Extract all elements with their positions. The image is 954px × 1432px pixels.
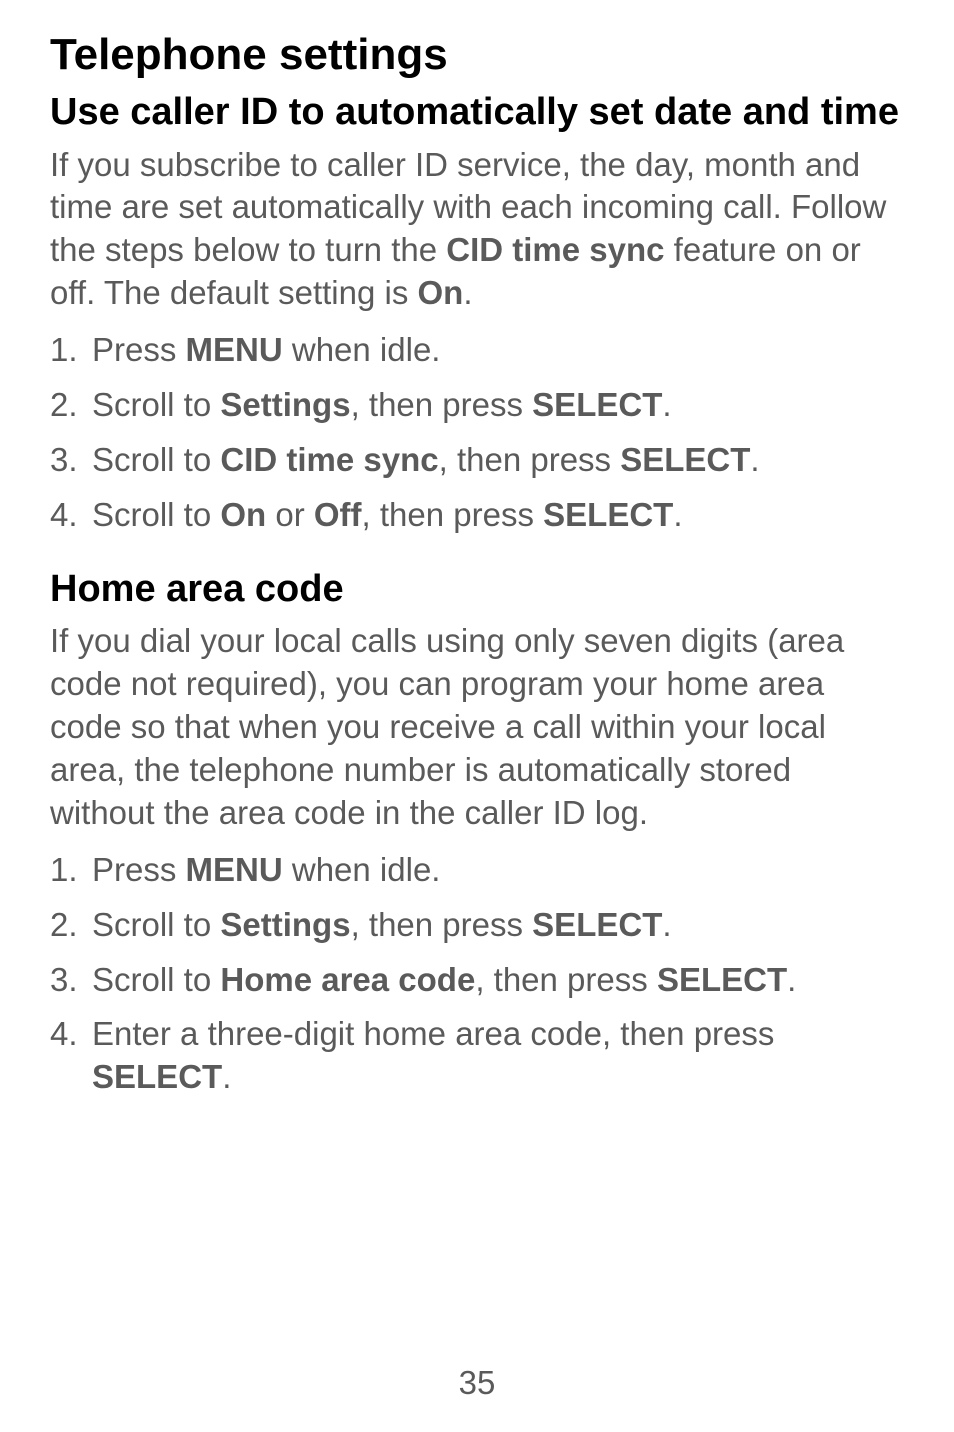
text-fragment: Scroll to [92,441,220,478]
list-item: Scroll to On or Off, then press SELECT. [50,494,904,537]
text-fragment: Scroll to [92,386,220,423]
text-bold: SELECT [532,906,662,943]
text-fragment: . [463,274,472,311]
text-bold: MENU [186,851,283,888]
text-fragment: or [266,496,314,533]
text-bold: Home area code [220,961,475,998]
text-bold: CID time sync [220,441,438,478]
text-bold: Settings [220,386,350,423]
text-fragment: . [787,961,796,998]
text-fragment: , then press [475,961,657,998]
section2-intro: If you dial your local calls using only … [50,620,904,834]
text-bold: On [220,496,266,533]
text-fragment: . [673,496,682,533]
text-fragment: when idle. [283,851,441,888]
list-item: Scroll to Settings, then press SELECT. [50,904,904,947]
text-fragment: , then press [439,441,621,478]
text-bold: SELECT [620,441,750,478]
text-fragment: Scroll to [92,496,220,533]
text-bold: SELECT [532,386,662,423]
list-item: Scroll to Home area code, then press SEL… [50,959,904,1002]
list-item: Scroll to Settings, then press SELECT. [50,384,904,427]
section2-steps: Press MENU when idle. Scroll to Settings… [50,849,904,1099]
text-fragment: , then press [362,496,544,533]
text-fragment: . [662,386,671,423]
text-fragment: Press [92,851,186,888]
text-fragment: Enter a three-digit home area code, then… [92,1015,774,1052]
text-fragment: Press [92,331,186,368]
text-fragment: Scroll to [92,906,220,943]
list-item: Press MENU when idle. [50,329,904,372]
text-bold: On [418,274,464,311]
page-number: 35 [0,1364,954,1402]
text-fragment: Scroll to [92,961,220,998]
text-fragment: . [662,906,671,943]
text-fragment: , then press [351,386,533,423]
list-item: Press MENU when idle. [50,849,904,892]
section1-heading: Use caller ID to automatically set date … [50,90,904,136]
text-bold: MENU [186,331,283,368]
text-bold: Settings [220,906,350,943]
text-fragment: . [222,1058,231,1095]
page-title: Telephone settings [50,30,904,80]
section2-heading: Home area code [50,567,904,613]
text-bold: SELECT [543,496,673,533]
text-fragment: . [750,441,759,478]
text-bold: SELECT [657,961,787,998]
text-fragment: , then press [351,906,533,943]
list-item: Scroll to CID time sync, then press SELE… [50,439,904,482]
text-bold: CID time sync [446,231,664,268]
text-bold: SELECT [92,1058,222,1095]
section1-steps: Press MENU when idle. Scroll to Settings… [50,329,904,537]
section1-intro: If you subscribe to caller ID service, t… [50,144,904,316]
text-fragment: when idle. [283,331,441,368]
text-bold: Off [314,496,362,533]
list-item: Enter a three-digit home area code, then… [50,1013,904,1099]
